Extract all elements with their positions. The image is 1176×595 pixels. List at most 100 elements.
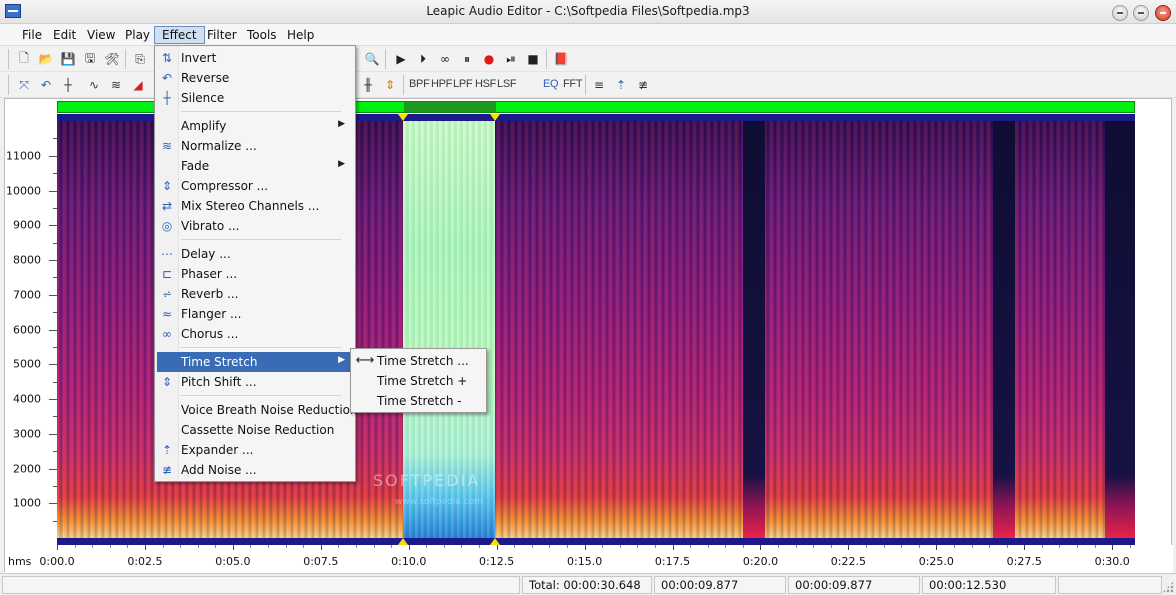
menu-filter[interactable]: Filter: [200, 26, 244, 44]
save-icon[interactable]: 💾: [59, 50, 77, 68]
time-minor-tick: [953, 545, 955, 548]
effect-menu-item-reverb[interactable]: ⩫ Reverb ...: [157, 284, 353, 304]
menu-item-label: Voice Breath Noise Reduction: [181, 403, 358, 417]
fade-tool-icon[interactable]: ◢: [129, 76, 147, 94]
copy-icon[interactable]: ⎘: [131, 50, 149, 68]
pitch-shift-tool-icon[interactable]: ⇕: [381, 76, 399, 94]
menu-separator: [181, 395, 341, 396]
effect-menu-item-pitch-shift[interactable]: ⇕ Pitch Shift ...: [157, 372, 353, 392]
effect-menu-item-expander[interactable]: ⇡ Expander ...: [157, 440, 353, 460]
hpf-button[interactable]: HPF: [431, 78, 452, 90]
zoom-icon[interactable]: 🔍: [363, 50, 381, 68]
save-as-icon[interactable]: 🖫: [81, 50, 99, 68]
submenu-arrow-icon: ▶: [338, 159, 345, 169]
time-axis: hms 0:00.0 0:02.5 0:05.0 0:07.5 0:10.0 0:12.5…: [5, 545, 1173, 573]
time-minor-tick: [1094, 545, 1096, 548]
menu-effect[interactable]: Effect: [154, 26, 205, 44]
selection-start-marker-top[interactable]: [398, 114, 408, 121]
undo-icon[interactable]: ↶: [37, 76, 55, 94]
play-from-cursor-icon[interactable]: ⏯: [502, 50, 520, 68]
voice-breath-reduction-icon[interactable]: ≡: [590, 76, 608, 94]
time-stretch-minus-item[interactable]: Time Stretch -: [353, 391, 484, 411]
time-tick-label: 0:17.5: [654, 555, 691, 568]
total-duration: Total: 00:00:30.648: [522, 576, 652, 594]
effect-menu-item-normalize[interactable]: ≋ Normalize ...: [157, 136, 353, 156]
time-stretch-plus-item[interactable]: Time Stretch +: [353, 371, 484, 391]
normalize-tool-icon[interactable]: ≋: [107, 76, 125, 94]
lsf-button[interactable]: LSF: [497, 78, 517, 90]
maximize-button[interactable]: [1133, 5, 1149, 21]
waveform-icon[interactable]: ∿: [85, 76, 103, 94]
time-minor-tick: [443, 545, 445, 548]
time-tick-mark: [936, 545, 938, 550]
eq-button[interactable]: EQ: [543, 78, 559, 90]
effect-menu-item-delay[interactable]: ⋯ Delay ...: [157, 244, 353, 264]
loop-icon[interactable]: ∞: [436, 50, 454, 68]
stop-icon[interactable]: ■: [524, 50, 542, 68]
expander-tool-icon[interactable]: ⇡: [612, 76, 630, 94]
menu-play[interactable]: Play: [118, 26, 157, 44]
vibrato-icon: ◎: [161, 219, 173, 233]
effect-menu-item-reverse[interactable]: ↶ Reverse: [157, 68, 353, 88]
add-noise-tool-icon[interactable]: ≢: [634, 76, 652, 94]
selection-end-marker-bottom[interactable]: [490, 538, 500, 545]
hsf-button[interactable]: HSF: [475, 78, 496, 90]
time-minor-tick: [654, 545, 656, 548]
selection-start-marker-bottom[interactable]: [398, 538, 408, 545]
menu-help[interactable]: Help: [280, 26, 321, 44]
menu-item-label: Cassette Noise Reduction: [181, 423, 335, 437]
toolbar-separator: [585, 75, 586, 95]
play-selection-icon[interactable]: ⏵: [414, 50, 432, 68]
effect-menu-item-time-stretch[interactable]: Time Stretch ▶: [157, 352, 353, 372]
effect-menu-item-fade[interactable]: Fade ▶: [157, 156, 353, 176]
pause-icon[interactable]: ⏸: [458, 50, 476, 68]
effect-menu-item-phaser[interactable]: ⊏ Phaser ...: [157, 264, 353, 284]
time-minor-tick: [778, 545, 780, 548]
properties-icon[interactable]: 🛠: [103, 50, 121, 68]
effect-menu-item-silence[interactable]: ┼ Silence: [157, 88, 353, 108]
bpf-button[interactable]: BPF: [409, 78, 430, 90]
time-minor-tick: [197, 545, 199, 548]
reverse-icon: ↶: [161, 71, 173, 85]
effect-menu-item-amplify[interactable]: Amplify ▶: [157, 116, 353, 136]
time-tick-label: 0:07.5: [303, 555, 339, 568]
time-minor-tick: [1006, 545, 1008, 548]
minimize-button[interactable]: [1112, 5, 1128, 21]
effect-menu-item-flanger[interactable]: ≈ Flanger ...: [157, 304, 353, 324]
time-minor-tick: [637, 545, 639, 548]
new-file-icon[interactable]: 🗋: [15, 50, 33, 68]
record-icon[interactable]: ●: [480, 50, 498, 68]
frequency-tick-label: 10000: [6, 184, 41, 197]
effect-menu-item-cassette-noise-reduction[interactable]: Cassette Noise Reduction: [157, 420, 353, 440]
open-folder-icon[interactable]: 📂: [37, 50, 55, 68]
select-all-icon[interactable]: ⤧: [15, 76, 33, 94]
resize-grip[interactable]: [1162, 581, 1174, 593]
effect-menu-item-compressor[interactable]: ⇕ Compressor ...: [157, 176, 353, 196]
menu-view[interactable]: View: [80, 26, 122, 44]
lpf-button[interactable]: LPF: [453, 78, 473, 90]
menu-tools[interactable]: Tools: [240, 26, 284, 44]
effect-menu-item-voice-breath-noise-reduction[interactable]: Voice Breath Noise Reduction: [157, 400, 358, 420]
close-button[interactable]: [1155, 5, 1171, 21]
play-icon[interactable]: ▶: [392, 50, 410, 68]
menu-file[interactable]: File: [15, 26, 49, 44]
time-tick-label: 0:12.5: [479, 555, 515, 568]
toolbar-separator: [125, 49, 126, 69]
effect-menu-item-vibrato[interactable]: ◎ Vibrato ...: [157, 216, 353, 236]
time-stretch-tool-icon[interactable]: ╫: [359, 76, 377, 94]
effect-menu-item-invert[interactable]: ⇅ Invert: [157, 48, 353, 68]
fft-button[interactable]: FFT: [563, 78, 583, 90]
overview-selection[interactable]: [404, 102, 496, 112]
time-stretch-dialog-item[interactable]: ⟷ Time Stretch ...: [353, 351, 484, 371]
flanger-icon: ≈: [161, 307, 173, 321]
time-minor-tick: [883, 545, 885, 548]
selection-end-marker-top[interactable]: [490, 114, 500, 121]
effect-menu-item-add-noise[interactable]: ≢ Add Noise ...: [157, 460, 353, 480]
effect-menu-item-mix-stereo-channels[interactable]: ⇄ Mix Stereo Channels ...: [157, 196, 353, 216]
help-book-icon[interactable]: 📕: [552, 50, 570, 68]
menu-item-label: Compressor ...: [181, 179, 269, 193]
menu-edit[interactable]: Edit: [46, 26, 83, 44]
silence-tool-icon[interactable]: ┼: [59, 76, 77, 94]
effect-menu-item-chorus[interactable]: ∞ Chorus ...: [157, 324, 353, 344]
toolbar-separator: [8, 49, 9, 69]
